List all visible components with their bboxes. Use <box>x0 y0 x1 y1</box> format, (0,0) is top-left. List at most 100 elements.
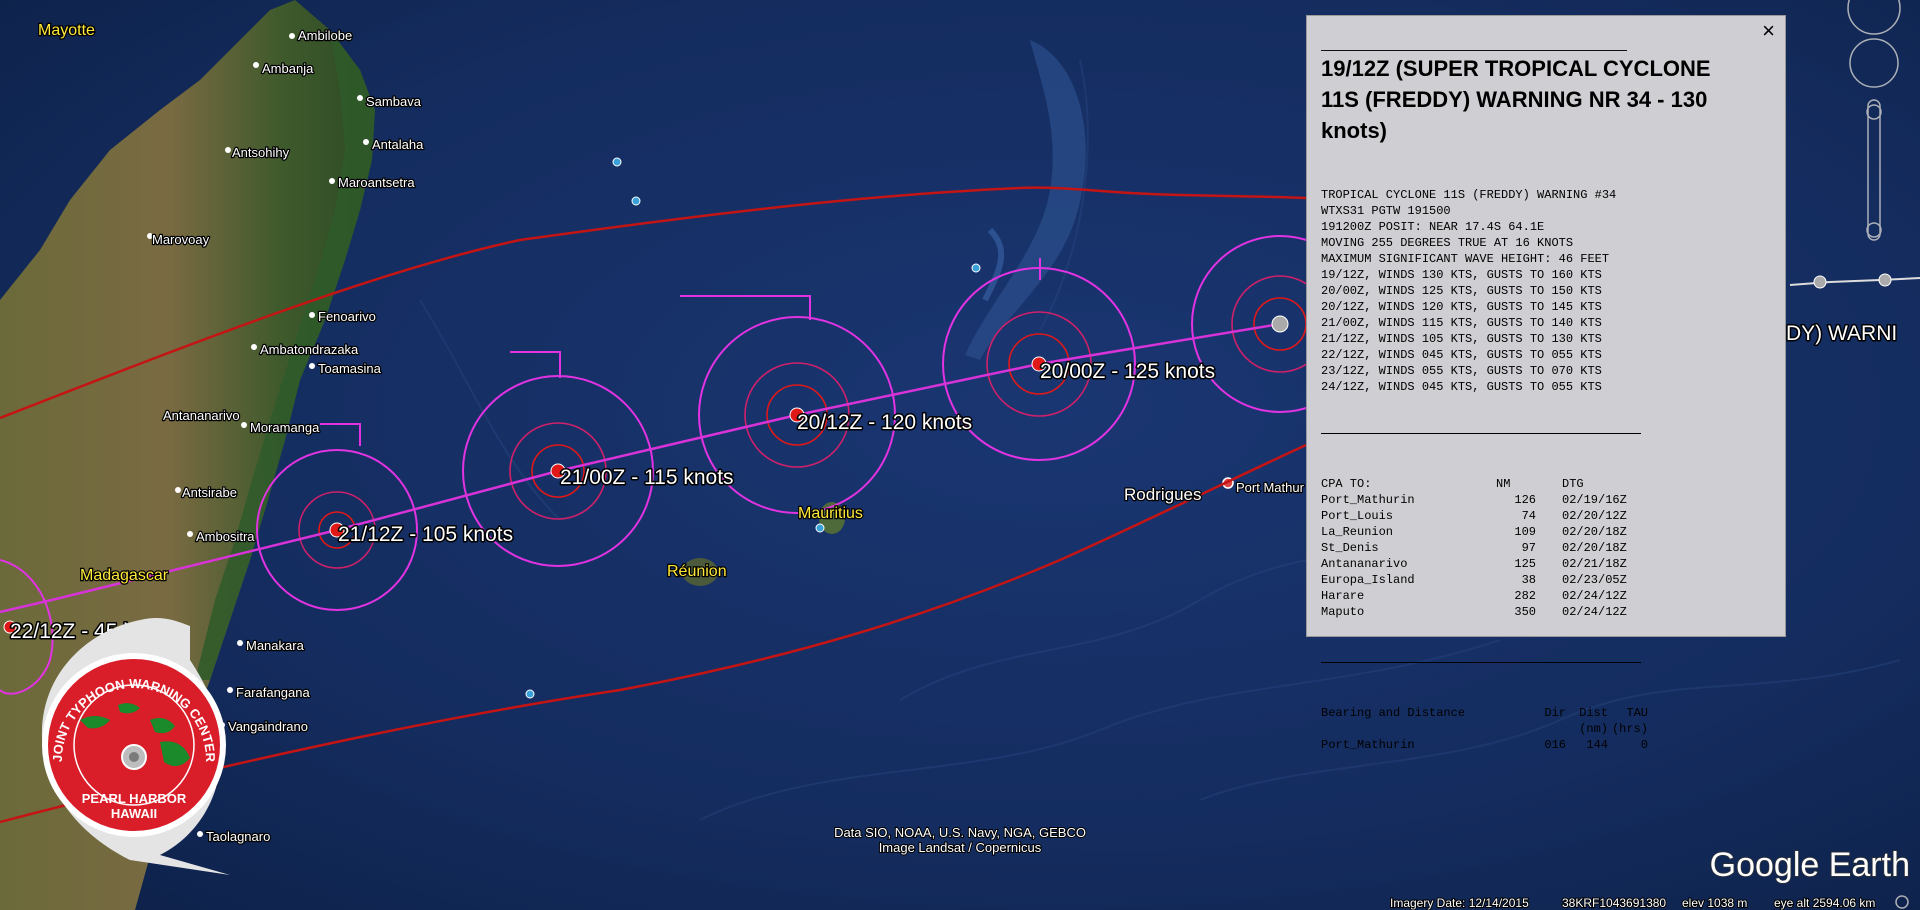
warning-text: TROPICAL CYCLONE 11S (FREDDY) WARNING #3… <box>1321 187 1773 395</box>
cpa-place: Europa_Island <box>1321 573 1415 587</box>
cpa-place: St_Denis <box>1321 541 1379 555</box>
cpa-nm: 125 <box>1514 557 1536 571</box>
place-label-ambanja: Ambanja <box>262 61 314 76</box>
place-label-ambatondrazaka: Ambatondrazaka <box>260 342 359 357</box>
bd-unit-label <box>1321 721 1526 737</box>
divider-1 <box>1321 433 1641 434</box>
bd-unit-tau: (hrs) <box>1611 722 1648 736</box>
warning-line: 21/00Z, WINDS 115 KTS, GUSTS TO 140 KTS <box>1321 316 1602 330</box>
cpa-nm: 74 <box>1521 509 1536 523</box>
google-earth-logo: Google Earth <box>1710 846 1910 884</box>
place-label-port-mathurin: Port Mathur <box>1236 480 1305 495</box>
warning-line: MOVING 255 DEGREES TRUE AT 16 KNOTS <box>1321 236 1574 250</box>
place-label-antsirabe: Antsirabe <box>182 485 237 500</box>
place-label-vangaindrano: Vangaindrano <box>228 719 308 734</box>
cpa-header-place: CPA TO: <box>1321 477 1372 491</box>
warning-line: 24/12Z, WINDS 045 KTS, GUSTS TO 055 KTS <box>1321 380 1602 394</box>
place-label-moramanga: Moramanga <box>250 420 320 435</box>
warning-line: 20/12Z, WINDS 120 KTS, GUSTS TO 145 KTS <box>1321 300 1602 314</box>
bd-header-label: Bearing and Distance <box>1321 706 1466 720</box>
cpa-dtg: 02/20/18Z <box>1562 541 1627 555</box>
cpa-row: Port_Mathurin 126 02/19/16Z <box>1321 492 1627 508</box>
popup-body: TROPICAL CYCLONE 11S (FREDDY) WARNING #3… <box>1321 155 1773 785</box>
status-coords: 38KRF1043691380 <box>1562 896 1666 910</box>
bd-header-tau: TAU <box>1626 706 1648 720</box>
cpa-nm: 97 <box>1521 541 1536 555</box>
cpa-dtg: 02/19/16Z <box>1562 493 1627 507</box>
place-label-antalaha: Antalaha <box>372 137 424 152</box>
place-label-farafangana: Farafangana <box>236 685 310 700</box>
cpa-place: Port_Louis <box>1321 509 1394 523</box>
cpa-nm: 109 <box>1514 525 1536 539</box>
seal-line-2: HAWAII <box>111 806 157 821</box>
close-icon[interactable]: × <box>1762 18 1775 44</box>
warning-line: 19/12Z, WINDS 130 KTS, GUSTS TO 160 KTS <box>1321 268 1602 282</box>
bd-dir: 016 <box>1544 738 1566 752</box>
place-label-ambositra: Ambositra <box>196 529 255 544</box>
cpa-dtg: 02/23/05Z <box>1562 573 1627 587</box>
warning-line: WTXS31 PGTW 191500 <box>1321 204 1451 218</box>
status-bar: Imagery Date: 12/14/2015 38KRF1043691380… <box>1389 895 1876 910</box>
place-label-rodrigues: Rodrigues <box>1124 485 1202 504</box>
bd-header-dir: Dir <box>1544 706 1566 720</box>
cpa-place: La_Reunion <box>1321 525 1394 539</box>
warning-line: 21/12Z, WINDS 105 KTS, GUSTS TO 130 KTS <box>1321 332 1602 346</box>
place-label-reunion: Réunion <box>667 563 727 580</box>
cpa-nm: 38 <box>1521 573 1536 587</box>
status-eye-altitude: eye alt 2594.06 km <box>1774 896 1875 910</box>
cpa-dtg: 02/20/18Z <box>1562 525 1627 539</box>
bd-tau: 0 <box>1640 738 1648 752</box>
divider-2 <box>1321 662 1641 663</box>
place-label-fenoarivo: Fenoarivo <box>318 309 376 324</box>
cpa-row: Antananarivo 125 02/21/18Z <box>1321 556 1627 572</box>
warning-popup: × 19/12Z (SUPER TROPICAL CYCLONE 11S (FR… <box>1306 15 1786 752</box>
cpa-place: Harare <box>1321 589 1365 603</box>
cpa-row: La_Reunion 109 02/20/18Z <box>1321 524 1627 540</box>
cpa-row: St_Denis 97 02/20/18Z <box>1321 540 1627 556</box>
cpa-place: Antananarivo <box>1321 557 1408 571</box>
place-label-ambilobe: Ambilobe <box>298 28 352 43</box>
place-label-toamasina: Toamasina <box>318 361 382 376</box>
status-elevation: elev 1038 m <box>1682 896 1747 910</box>
cpa-dtg: 02/20/12Z <box>1562 509 1627 523</box>
cpa-nm: 126 <box>1514 493 1536 507</box>
place-label-antsohihy: Antsohihy <box>232 145 290 160</box>
place-label-antananarivo: Antananarivo <box>163 408 240 423</box>
place-label-taolagnaro: Taolagnaro <box>206 829 270 844</box>
track-label-21-00z: 21/00Z - 115 knots <box>560 466 734 489</box>
place-label-mauritius: Mauritius <box>798 505 863 522</box>
popup-title: 19/12Z (SUPER TROPICAL CYCLONE 11S (FRED… <box>1321 56 1711 143</box>
bd-row: Port_Mathurin 016 144 0 <box>1321 737 1648 753</box>
cpa-header-row: CPA TO: NM DTG <box>1321 476 1627 492</box>
place-label-maroantsetra: Maroantsetra <box>338 175 415 190</box>
status-imagery-date: Imagery Date: 12/14/2015 <box>1390 896 1529 910</box>
cpa-row: Europa_Island 38 02/23/05Z <box>1321 572 1627 588</box>
cpa-row: Port_Louis 74 02/20/12Z <box>1321 508 1627 524</box>
bearing-distance-table: Bearing and Distance Dir Dist TAU (nm) (… <box>1321 705 1648 753</box>
warning-line: 22/12Z, WINDS 045 KTS, GUSTS TO 055 KTS <box>1321 348 1602 362</box>
track-label-20-12z: 20/12Z - 120 knots <box>797 411 972 434</box>
track-label-20-00z: 20/00Z - 125 knots <box>1040 360 1215 383</box>
cpa-nm: 350 <box>1514 605 1536 619</box>
bd-place: Port_Mathurin <box>1321 738 1415 752</box>
place-label-madagascar: Madagascar <box>80 567 169 584</box>
cpa-row: Maputo 350 02/24/12Z <box>1321 604 1627 620</box>
attribution-line-2: Image Landsat / Copernicus <box>879 840 1042 855</box>
warning-line: MAXIMUM SIGNIFICANT WAVE HEIGHT: 46 FEET <box>1321 252 1610 266</box>
bd-unit-dir <box>1526 721 1566 737</box>
place-label-marovoay: Marovoay <box>152 232 210 247</box>
place-label-sambava: Sambava <box>366 94 422 109</box>
cpa-place: Maputo <box>1321 605 1365 619</box>
track-label-21-12z: 21/12Z - 105 knots <box>338 523 513 546</box>
cpa-header-nm: NM <box>1496 477 1511 491</box>
cpa-nm: 282 <box>1514 589 1536 603</box>
cpa-dtg: 02/21/18Z <box>1562 557 1627 571</box>
cpa-place: Port_Mathurin <box>1321 493 1415 507</box>
place-label-mayotte: Mayotte <box>38 22 95 39</box>
bd-header-dist: Dist <box>1579 706 1608 720</box>
cpa-table: CPA TO: NM DTG Port_Mathurin 126 02/19/16Z… <box>1321 476 1627 620</box>
attribution-line-1: Data SIO, NOAA, U.S. Navy, NGA, GEBCO <box>834 825 1086 840</box>
bd-unit-dist: (nm) <box>1579 722 1608 736</box>
seal-line-1: PEARL HARBOR <box>82 791 187 806</box>
bd-units-row: (nm) (hrs) <box>1321 721 1648 737</box>
